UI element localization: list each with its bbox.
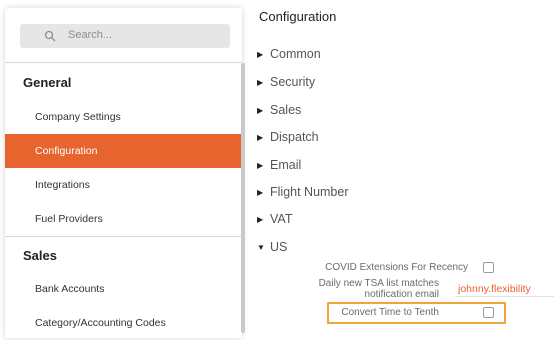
- section-vat[interactable]: ▶ VAT: [257, 209, 292, 229]
- tsa-notification-email-value[interactable]: johnny.flexibility: [458, 283, 531, 295]
- setting-label-covid-extensions: COVID Extensions For Recency: [325, 262, 468, 273]
- sidebar-heading-sales: Sales: [23, 248, 57, 263]
- caret-down-icon: ▼: [257, 242, 265, 252]
- search-placeholder: Search...: [68, 29, 113, 41]
- sidebar-item-bank-accounts[interactable]: Bank Accounts: [5, 272, 242, 306]
- section-label: Email: [270, 158, 302, 172]
- section-security[interactable]: ▶ Security: [257, 72, 315, 92]
- divider: [5, 236, 242, 237]
- section-label: Security: [270, 75, 316, 89]
- convert-time-to-tenth-checkbox[interactable]: [483, 307, 494, 318]
- caret-right-icon: ▶: [257, 77, 264, 87]
- caret-right-icon: ▶: [257, 105, 264, 115]
- page-title: Configuration: [259, 9, 337, 24]
- search-input[interactable]: Search...: [20, 24, 230, 48]
- section-label: Common: [270, 47, 321, 61]
- covid-extensions-checkbox[interactable]: [483, 262, 494, 273]
- setting-label-line: notification email: [364, 289, 439, 300]
- sidebar: Search... General Company Settings Confi…: [5, 8, 242, 338]
- search-icon: [44, 30, 56, 42]
- caret-right-icon: ▶: [257, 132, 264, 142]
- sidebar-item-category-accounting-codes[interactable]: Category/Accounting Codes: [5, 306, 242, 340]
- section-sales[interactable]: ▶ Sales: [257, 100, 301, 120]
- divider: [455, 296, 554, 297]
- section-us[interactable]: ▼ US: [257, 237, 287, 257]
- section-label: Sales: [270, 103, 302, 117]
- sidebar-item-company-settings[interactable]: Company Settings: [5, 100, 242, 134]
- setting-label-convert-time: Convert Time to Tenth: [341, 307, 439, 318]
- section-email[interactable]: ▶ Email: [257, 155, 301, 175]
- caret-right-icon: ▶: [257, 187, 264, 197]
- section-label: Dispatch: [270, 130, 319, 144]
- caret-right-icon: ▶: [257, 214, 264, 224]
- section-dispatch[interactable]: ▶ Dispatch: [257, 127, 319, 147]
- setting-label-tsa-notification: Daily new TSA list matches notification …: [288, 278, 439, 300]
- sidebar-heading-general: General: [23, 75, 72, 90]
- divider: [5, 62, 242, 63]
- caret-right-icon: ▶: [257, 49, 264, 59]
- section-label: US: [270, 240, 288, 254]
- sidebar-item-integrations[interactable]: Integrations: [5, 168, 242, 202]
- setting-label-line: Daily new TSA list matches: [318, 278, 439, 289]
- sidebar-item-fuel-providers[interactable]: Fuel Providers: [5, 202, 242, 236]
- sidebar-scrollbar[interactable]: [241, 63, 245, 333]
- section-label: VAT: [270, 212, 293, 226]
- caret-right-icon: ▶: [257, 160, 264, 170]
- section-flight-number[interactable]: ▶ Flight Number: [257, 182, 349, 202]
- section-common[interactable]: ▶ Common: [257, 44, 321, 64]
- sidebar-item-configuration[interactable]: Configuration: [5, 134, 242, 168]
- section-label: Flight Number: [270, 185, 349, 199]
